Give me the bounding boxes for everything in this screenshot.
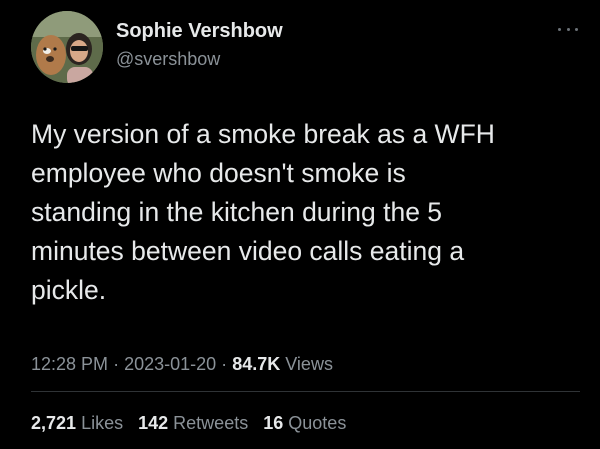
divider — [31, 391, 580, 392]
likes-label: Likes — [81, 413, 124, 433]
author-handle[interactable]: @svershbow — [116, 49, 220, 70]
views-label: Views — [285, 354, 333, 374]
meta-separator: · — [221, 354, 228, 374]
tweet-text: My version of a smoke break as a WFH emp… — [31, 115, 581, 310]
tweet-text-line: My version of a smoke break as a WFH — [31, 119, 495, 149]
views-count: 84.7K — [232, 354, 281, 374]
avatar[interactable] — [31, 11, 103, 83]
quotes-stat[interactable]: 16 Quotes — [263, 413, 346, 433]
tweet-text-line: standing in the kitchen during the 5 — [31, 197, 443, 227]
tweet-time[interactable]: 12:28 PM — [31, 354, 108, 374]
more-dot — [575, 27, 578, 31]
meta-separator: · — [113, 354, 120, 374]
retweets-label: Retweets — [173, 413, 249, 433]
retweets-stat[interactable]: 142 Retweets — [138, 413, 253, 433]
quotes-count: 16 — [263, 413, 284, 433]
more-dot — [558, 27, 561, 31]
retweets-count: 142 — [138, 413, 169, 433]
tweet-text-line: minutes between video calls eating a — [31, 236, 465, 266]
quotes-label: Quotes — [288, 413, 347, 433]
tweet-text-line: pickle. — [31, 275, 107, 305]
engagement-stats: 2,721 Likes 142 Retweets 16 Quotes — [31, 413, 356, 434]
avatar-image — [31, 11, 103, 83]
more-dot — [566, 27, 570, 31]
author-name[interactable]: Sophie Vershbow — [116, 20, 283, 43]
more-dots-icon[interactable] — [556, 20, 580, 38]
tweet-meta: 12:28 PM · 2023-01-20 · 84.7K Views — [31, 354, 333, 375]
likes-stat[interactable]: 2,721 Likes — [31, 413, 128, 433]
tweet-date[interactable]: 2023-01-20 — [124, 354, 216, 374]
tweet-card: Sophie Vershbow @svershbow My version of… — [0, 0, 600, 449]
tweet-text-line: employee who doesn't smoke is — [31, 158, 406, 188]
likes-count: 2,721 — [31, 413, 77, 433]
